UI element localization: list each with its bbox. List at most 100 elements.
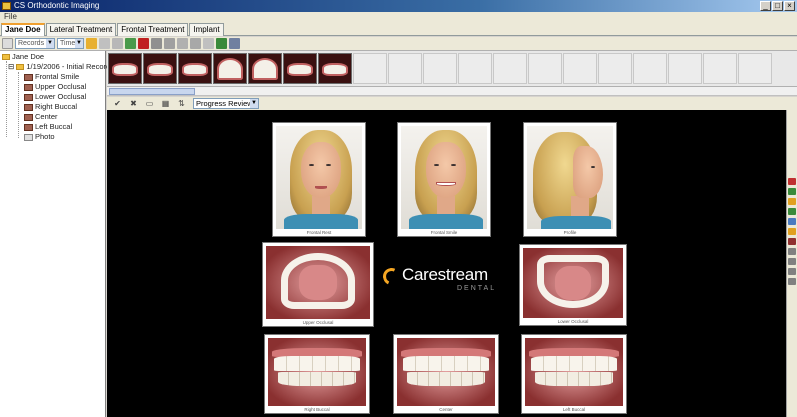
photo-lower-occlusal[interactable]: Lower Occlusal (519, 244, 627, 326)
tab-jane-doe[interactable]: Jane Doe (1, 23, 45, 36)
scrollbar-thumb[interactable] (109, 88, 195, 95)
thumbnail-empty[interactable] (423, 53, 457, 84)
thumbnail[interactable] (213, 53, 247, 84)
photo-frontal-rest[interactable]: Frontal Rest (272, 122, 366, 237)
thumbnail-empty[interactable] (493, 53, 527, 84)
thumbnail[interactable] (178, 53, 212, 84)
folder-icon (2, 54, 10, 61)
refresh-icon[interactable] (125, 38, 136, 49)
close-button[interactable]: × (784, 1, 795, 11)
thumbnail-empty[interactable] (388, 53, 422, 84)
records-combo-value: Records (18, 40, 45, 47)
tree-root[interactable]: Jane Doe (2, 52, 44, 62)
grid-icon[interactable] (216, 38, 227, 49)
grid-icon[interactable] (788, 188, 796, 195)
open-folder-icon[interactable] (86, 38, 97, 49)
photo-center[interactable]: Center (393, 334, 499, 414)
undo-icon[interactable] (788, 278, 796, 285)
tree-item-center[interactable]: Center (24, 112, 58, 122)
chevron-down-icon: ▼ (46, 39, 54, 48)
main-toolbar: Records ▼ Timed ▼ (0, 37, 797, 51)
check-icon[interactable]: ✔ (113, 99, 122, 108)
tree-item-right-buccal[interactable]: Right Buccal (24, 102, 77, 112)
thumbnail[interactable] (248, 53, 282, 84)
thumbnail-empty[interactable] (528, 53, 562, 84)
intraoral-image (268, 338, 366, 406)
blank-icon[interactable] (2, 38, 13, 49)
tree-item-photo[interactable]: Photo (24, 132, 55, 142)
panel-scroll-area (786, 97, 797, 110)
thumbnail-empty[interactable] (353, 53, 387, 84)
tab-implant[interactable]: Implant (189, 23, 224, 36)
arrow-icon[interactable] (788, 208, 796, 215)
image-icon (24, 93, 33, 101)
close-icon[interactable] (788, 178, 796, 185)
tool-icon[interactable] (788, 268, 796, 275)
photo-profile[interactable]: Profile (523, 122, 617, 237)
teeth-image (287, 63, 313, 76)
mirror-icon[interactable] (203, 38, 214, 49)
folder-icon[interactable]: ▭ (145, 99, 154, 108)
thumbnail-empty[interactable] (633, 53, 667, 84)
photo-frontal-smile[interactable]: Frontal Smile (397, 122, 491, 237)
thumbnail-empty[interactable] (738, 53, 772, 84)
crop-icon[interactable] (177, 38, 188, 49)
thumbnail-empty[interactable] (668, 53, 702, 84)
menu-item-file[interactable]: File (4, 12, 17, 21)
pen-icon[interactable] (788, 248, 796, 255)
settings-icon[interactable] (151, 38, 162, 49)
sort-icon[interactable]: ⇅ (177, 99, 186, 108)
tree-item-left-buccal[interactable]: Left Buccal (24, 122, 72, 132)
rotate-icon[interactable] (190, 38, 201, 49)
thumbnail-empty[interactable] (703, 53, 737, 84)
image-icon (24, 113, 33, 121)
tree-item-label: Center (35, 112, 58, 121)
delete-icon[interactable] (138, 38, 149, 49)
photo-left-buccal[interactable]: Left Buccal (521, 334, 627, 414)
logo-mark-icon (380, 265, 403, 288)
maximize-button[interactable]: □ (772, 1, 783, 11)
minimize-button[interactable]: _ (760, 1, 771, 11)
thumbnail-empty[interactable] (458, 53, 492, 84)
view-toolbar: ✔ ✖ ▭ ▦ ⇅ Progress Review ▼ (107, 97, 787, 110)
lock-icon[interactable] (788, 228, 796, 235)
tab-frontal-treatment[interactable]: Frontal Treatment (117, 23, 189, 36)
portrait-image (276, 126, 362, 229)
copy-icon[interactable] (99, 38, 110, 49)
photo-caption: Center (439, 407, 453, 412)
zoom-icon[interactable] (164, 38, 175, 49)
info-icon[interactable] (788, 218, 796, 225)
tab-lateral-treatment[interactable]: Lateral Treatment (45, 23, 117, 36)
print-icon[interactable] (112, 38, 123, 49)
thumbnail-empty[interactable] (598, 53, 632, 84)
template-select[interactable]: Progress Review ▼ (193, 98, 259, 109)
tree-item-label: Photo (35, 132, 55, 141)
folder-icon[interactable] (788, 258, 796, 265)
tree-session-label: 1/19/2006 - Initial Records (26, 62, 114, 71)
tree-item-upper-occlusal[interactable]: Upper Occlusal (24, 82, 86, 92)
thumbnail-scrollbar[interactable] (107, 87, 797, 96)
photo-right-buccal[interactable]: Right Buccal (264, 334, 370, 414)
teeth-image (182, 63, 208, 76)
thumbnail[interactable] (318, 53, 352, 84)
tree-item-lower-occlusal[interactable]: Lower Occlusal (24, 92, 86, 102)
thumbnail[interactable] (108, 53, 142, 84)
collapse-icon[interactable]: ⊟ (8, 62, 14, 71)
camera-icon[interactable] (788, 238, 796, 245)
star-icon[interactable] (788, 198, 796, 205)
monitor-icon[interactable] (229, 38, 240, 49)
logo-subtitle: DENTAL (457, 285, 497, 292)
records-combo[interactable]: Records ▼ (15, 38, 55, 49)
thumbnail[interactable] (143, 53, 177, 84)
layout-icon[interactable]: ▦ (161, 99, 170, 108)
intraoral-image (525, 338, 623, 406)
tree-item-frontal-smile[interactable]: Frontal Smile (24, 72, 79, 82)
close-icon[interactable]: ✖ (129, 99, 138, 108)
logo-wordmark: Carestream (402, 265, 488, 284)
timed-combo[interactable]: Timed ▼ (57, 38, 84, 49)
tree-session[interactable]: ⊟ 1/19/2006 - Initial Records (8, 62, 114, 72)
thumbnail-empty[interactable] (563, 53, 597, 84)
right-toolbar (786, 110, 797, 417)
photo-upper-occlusal[interactable]: Upper Occlusal (262, 242, 374, 327)
thumbnail[interactable] (283, 53, 317, 84)
